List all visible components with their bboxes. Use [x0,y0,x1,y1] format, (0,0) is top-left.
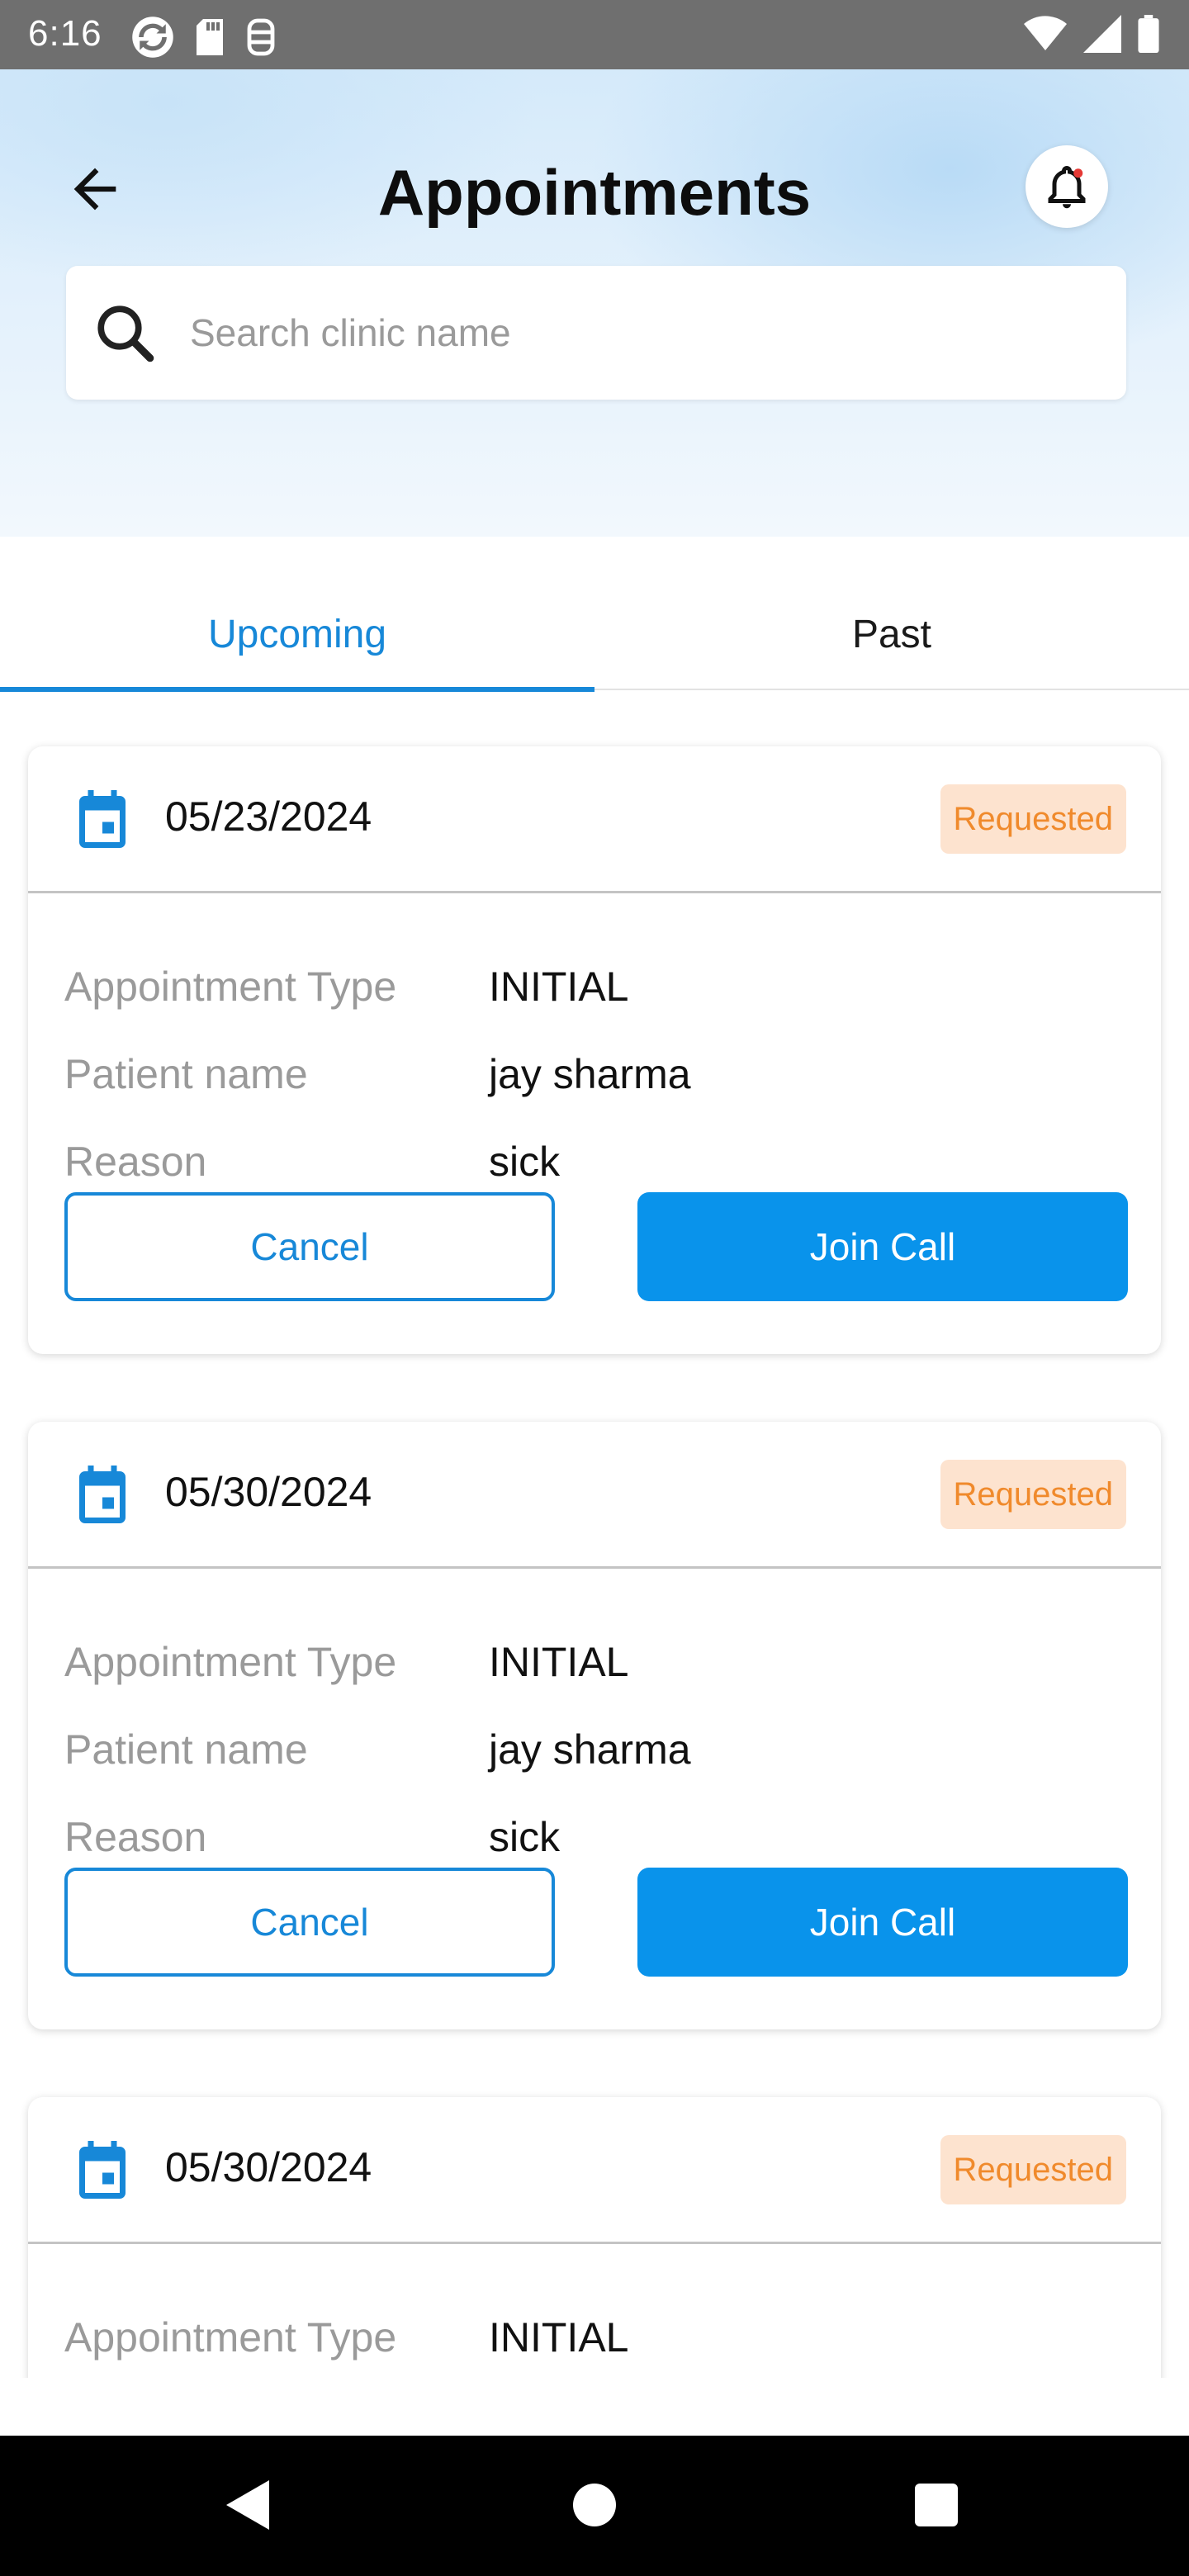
appointment-date: 05/30/2024 [165,2144,372,2190]
reason-value: sick [489,1814,561,1860]
card-header: 05/30/2024 Requested [28,1422,1161,1569]
appointment-card: 05/30/2024 Requested Appointment Type IN… [28,1422,1161,2029]
header: Appointments [0,69,1189,537]
reason-label: Reason [64,1139,207,1185]
appointment-card: 05/23/2024 Requested Appointment Type IN… [28,746,1161,1354]
patient-name-row: Patient name jay sharma [28,1726,1161,1813]
sd-card-icon [197,19,223,55]
calendar-icon [79,2141,126,2199]
patient-name-value: jay sharma [489,1726,691,1773]
reason-value: sick [489,1139,561,1185]
page-title: Appointments [377,156,812,229]
cancel-button[interactable]: Cancel [64,1868,555,1977]
patient-name-label: Patient name [64,1051,308,1097]
appointment-type-value: INITIAL [489,1639,629,1685]
join-call-button[interactable]: Join Call [637,1192,1128,1301]
join-call-button[interactable]: Join Call [637,1868,1128,1977]
appointment-type-value: INITIAL [489,2314,629,2361]
search-input[interactable] [190,266,1098,400]
card-header: 05/30/2024 Requested [28,2097,1161,2244]
appointment-type-row: Appointment Type INITIAL [28,963,1161,1050]
nav-home-icon[interactable] [573,2484,616,2526]
sync-icon [132,17,173,58]
tab-upcoming-label: Upcoming [207,612,387,656]
appointment-date: 05/23/2024 [165,793,372,840]
reason-label: Reason [64,1814,207,1860]
reason-row: Reason sick [28,1813,1161,1868]
notification-button[interactable] [1026,145,1108,228]
cancel-button[interactable]: Cancel [64,1192,555,1301]
storage-icon [247,18,275,56]
calendar-icon [79,1466,126,1523]
appointment-type-value: INITIAL [489,964,629,1010]
calendar-icon [79,790,126,848]
appointment-type-row: Appointment Type INITIAL [28,1638,1161,1726]
search-icon [97,305,154,362]
battery-icon [1138,15,1159,53]
tab-upcoming[interactable]: Upcoming [0,578,594,692]
reason-row: Reason sick [28,1138,1161,1192]
appointment-type-label: Appointment Type [64,964,397,1010]
patient-name-value: jay sharma [489,1051,691,1097]
bell-icon [1048,165,1086,209]
list-bottom-edge [0,2378,1189,2436]
nav-recents-icon[interactable] [915,2484,958,2526]
patient-name-label: Patient name [64,1726,308,1773]
status-icons-right [1024,15,1159,53]
tab-active-indicator [0,687,594,692]
card-actions: Cancel Join Call [28,1192,1161,1354]
wifi-icon [1024,16,1067,50]
tab-past-label: Past [851,612,932,656]
card-header: 05/23/2024 Requested [28,746,1161,893]
tab-past[interactable]: Past [594,578,1189,690]
status-icons-left [130,15,277,59]
appointment-tabs: Upcoming Past [0,578,1189,692]
patient-name-row: Patient name jay sharma [28,1050,1161,1138]
appointment-type-label: Appointment Type [64,1639,397,1685]
nav-back-icon[interactable] [223,2477,272,2533]
appointment-date: 05/30/2024 [165,1469,372,1515]
appointment-type-label: Appointment Type [64,2314,397,2361]
status-badge: Requested [940,2135,1126,2204]
signal-icon [1083,15,1121,53]
status-badge: Requested [940,784,1126,854]
status-badge: Requested [940,1460,1126,1529]
card-body: Appointment Type INITIAL Patient name ja… [28,1569,1161,2029]
search-box [66,266,1126,400]
status-bar: 6:16 [0,0,1189,69]
card-actions: Cancel Join Call [28,1868,1161,2029]
card-body: Appointment Type INITIAL Patient name ja… [28,893,1161,1354]
status-time: 6:16 [28,13,102,54]
system-nav-bar [0,2436,1189,2576]
